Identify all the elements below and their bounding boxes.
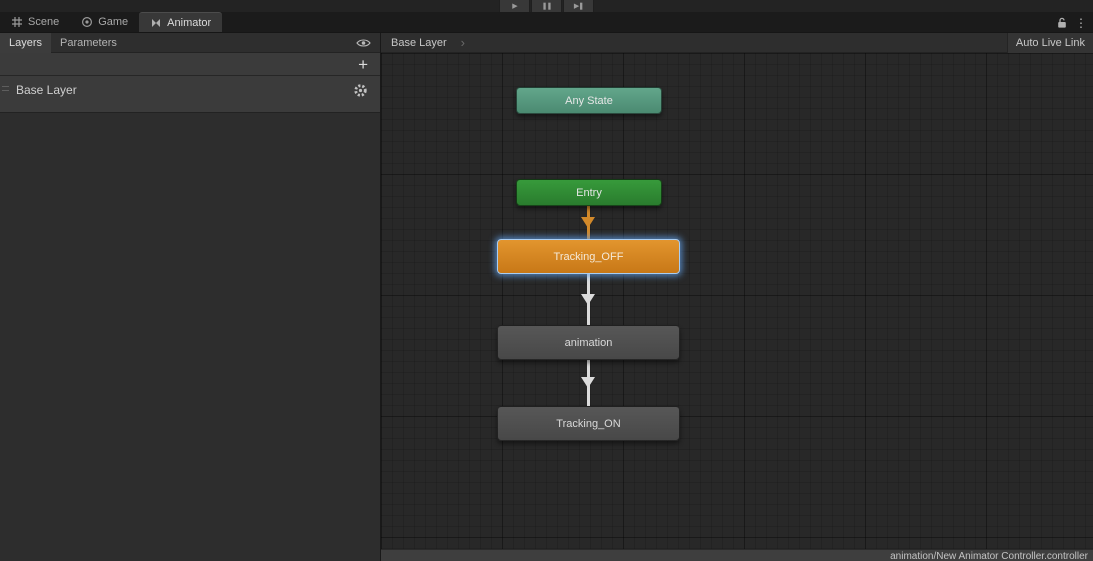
- tab-animator[interactable]: Animator: [139, 12, 223, 32]
- unity-animator-window: ▶ ❚❚ ▶❚ Scene Game Animator ⋮ Layers Par…: [0, 0, 1093, 561]
- lock-button[interactable]: [1057, 17, 1067, 29]
- node-animation[interactable]: animation: [497, 325, 680, 360]
- tab-game[interactable]: Game: [70, 12, 139, 32]
- game-icon: [82, 16, 93, 28]
- auto-live-link-button[interactable]: Auto Live Link: [1006, 32, 1093, 53]
- tab-scene[interactable]: Scene: [0, 12, 70, 32]
- layer-settings-button[interactable]: [353, 83, 368, 98]
- tab-animator-label: Animator: [167, 16, 212, 29]
- playmode-toolbar: ▶ ❚❚ ▶❚: [0, 0, 1093, 12]
- step-button[interactable]: ▶❚: [563, 0, 594, 12]
- node-entry[interactable]: Entry: [516, 179, 662, 206]
- graph-status-bar: animation/New Animator Controller.contro…: [381, 549, 1093, 561]
- editor-tab-bar: Scene Game Animator: [0, 12, 1093, 33]
- play-icon: ▶: [512, 2, 517, 10]
- add-layer-button[interactable]: +: [358, 56, 368, 73]
- tab-game-label: Game: [98, 16, 129, 28]
- lock-icon: [1058, 17, 1066, 28]
- node-tracking-off-label: Tracking_OFF: [553, 250, 624, 263]
- tab-layers-label: Layers: [9, 36, 43, 49]
- tab-parameters[interactable]: Parameters: [51, 33, 126, 53]
- layer-drag-handle[interactable]: [2, 86, 9, 91]
- animator-graph-canvas[interactable]: Any State Entry Tracking_OFF animation T…: [381, 53, 1093, 549]
- node-tracking-on-label: Tracking_ON: [556, 417, 621, 430]
- play-button[interactable]: ▶: [499, 0, 530, 12]
- breadcrumb[interactable]: Base Layer: [391, 37, 447, 49]
- node-tracking-off[interactable]: Tracking_OFF: [497, 239, 680, 274]
- step-icon: ▶❚: [573, 2, 584, 10]
- eye-toggle-button[interactable]: [356, 38, 371, 48]
- breadcrumb-chevron-icon: ›: [460, 35, 465, 50]
- grid-icon: [12, 17, 22, 27]
- transition-arrowhead-entry-to-tracking-off[interactable]: [581, 217, 595, 228]
- tab-scene-label: Scene: [28, 16, 60, 28]
- node-entry-label: Entry: [576, 186, 602, 199]
- layer-item-base-layer[interactable]: Base Layer: [0, 76, 380, 113]
- window-controls: ⋮: [1057, 12, 1089, 33]
- animator-icon: [152, 18, 161, 27]
- pause-button[interactable]: ❚❚: [531, 0, 562, 12]
- layer-name-label: Base Layer: [16, 83, 77, 97]
- controller-path-label: animation/New Animator Controller.contro…: [890, 551, 1088, 561]
- node-any-state[interactable]: Any State: [516, 87, 662, 114]
- tab-parameters-label: Parameters: [60, 36, 117, 49]
- node-any-state-label: Any State: [565, 94, 613, 107]
- eye-icon: [356, 38, 371, 47]
- transition-arrowhead-animation-to-tracking-on[interactable]: [581, 377, 595, 388]
- tab-layers[interactable]: Layers: [0, 32, 52, 53]
- kebab-menu-icon[interactable]: ⋮: [1075, 16, 1087, 30]
- pause-icon: ❚❚: [541, 2, 553, 10]
- gear-icon: [354, 83, 367, 97]
- layer-list-toolbar: +: [0, 53, 380, 76]
- node-animation-label: animation: [564, 336, 613, 349]
- graph-breadcrumb-bar: Base Layer › Auto Live Link: [381, 32, 1093, 53]
- side-panel-tab-bar: Layers Parameters: [0, 32, 380, 53]
- animator-side-panel: Layers Parameters + Base Layer: [0, 32, 381, 561]
- transition-arrowhead-tracking-off-to-animation[interactable]: [581, 294, 595, 305]
- node-tracking-on[interactable]: Tracking_ON: [497, 406, 680, 441]
